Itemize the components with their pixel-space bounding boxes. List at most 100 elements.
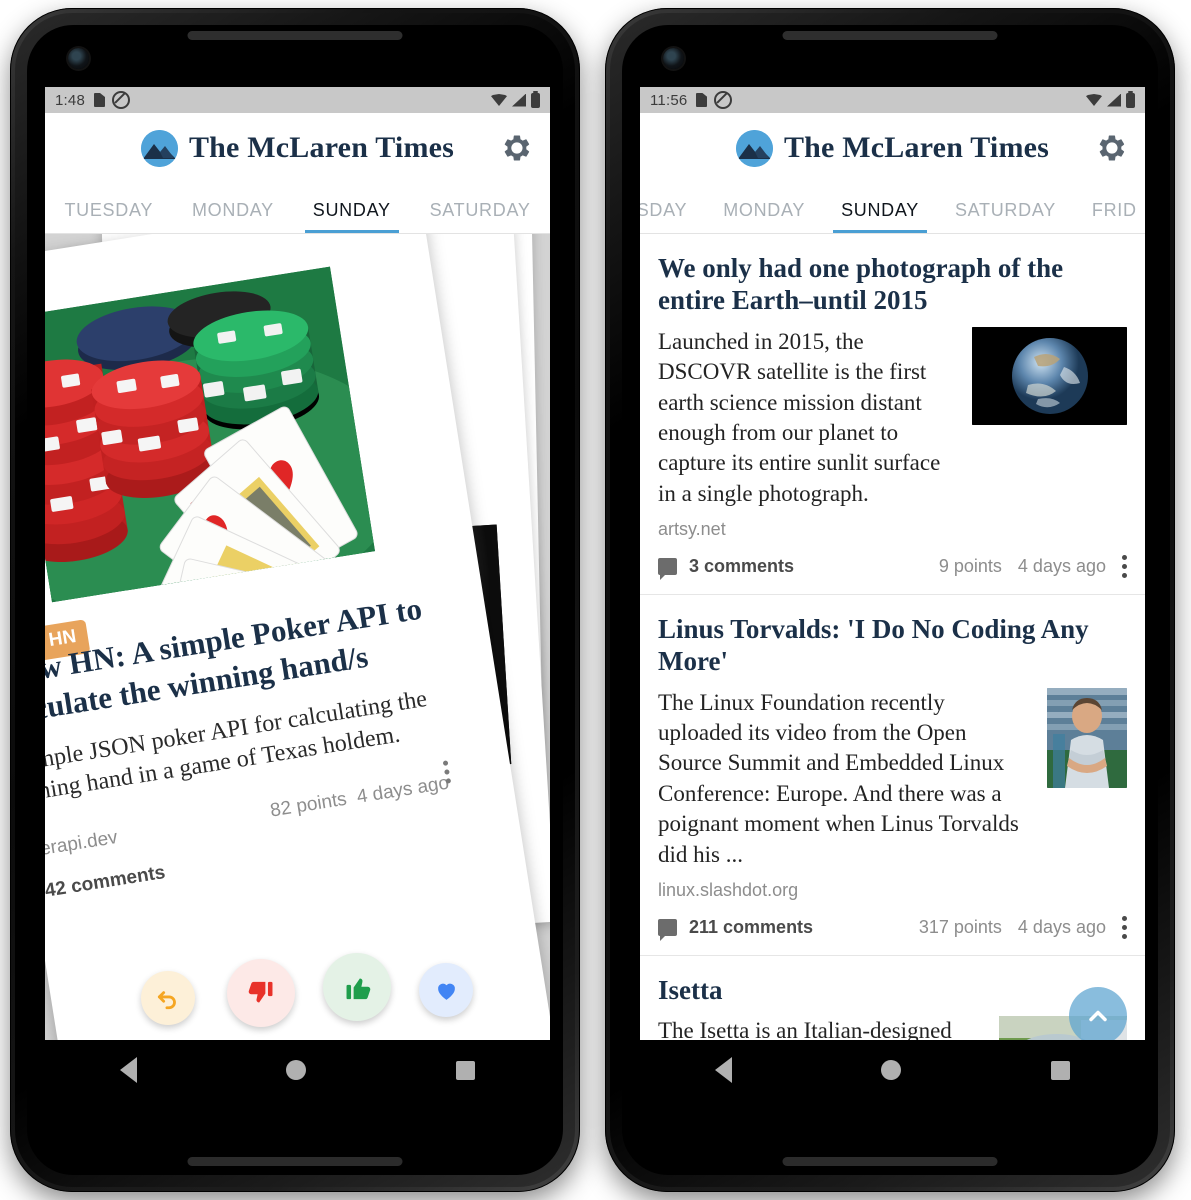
story-title: Isetta [658, 974, 723, 1005]
story-comments-label: 3 comments [689, 556, 795, 577]
cellular-signal-icon [1107, 93, 1121, 107]
favorite-button[interactable] [419, 963, 473, 1017]
tab-saturday[interactable]: SATURDAY [937, 200, 1074, 233]
tab-label: SUNDAY [312, 200, 391, 220]
story-age: 4 days ago [1017, 917, 1106, 938]
comment-icon [658, 558, 677, 581]
kebab-menu-icon[interactable] [1122, 555, 1127, 579]
story-list-item[interactable]: Linus Torvalds: 'I Do No Coding Any More… [640, 595, 1145, 956]
home-circle-icon[interactable] [881, 1060, 902, 1080]
story-description: The Isetta is an Italian-designed microc… [658, 1018, 952, 1040]
undo-arrow-icon [157, 991, 176, 1010]
undo-button[interactable] [141, 971, 195, 1025]
tab-label: SUNDAY [841, 200, 919, 220]
back-triangle-icon[interactable] [119, 1057, 137, 1083]
tab-monday[interactable]: MONDAY [705, 200, 823, 233]
tab-saturday[interactable]: SATURDAY [412, 200, 549, 233]
tab-tuesday[interactable]: ESDAY [640, 200, 705, 233]
story-footer: 211 comments 317 points 4 days ago [658, 901, 1127, 955]
app-screen-left: 1:48 The McLaren Times TUESDAY MONDAY SU… [45, 87, 550, 1040]
bottom-speaker-grille-icon [187, 1157, 403, 1166]
back-triangle-icon[interactable] [714, 1057, 732, 1083]
gear-icon[interactable] [502, 133, 532, 163]
recents-square-icon[interactable] [1051, 1060, 1071, 1080]
story-comments[interactable]: 3 comments [658, 556, 795, 581]
wifi-icon [491, 94, 507, 106]
mountain-logo-icon [140, 129, 178, 167]
story-comments[interactable]: 42 comments [45, 862, 167, 908]
bottom-speaker-grille-icon [782, 1157, 998, 1166]
story-list[interactable]: We only had one photograph of the entire… [640, 234, 1145, 1040]
chevron-up-icon [1089, 1010, 1107, 1022]
phone-device-left: 1:48 The McLaren Times TUESDAY MONDAY SU… [10, 8, 580, 1192]
tab-label: SATURDAY [954, 200, 1056, 220]
page-title: The McLaren Times [783, 131, 1050, 164]
kebab-menu-icon[interactable] [1122, 916, 1127, 940]
status-time: 1:48 [55, 91, 85, 109]
tab-sunday[interactable]: SUNDAY [295, 200, 409, 233]
like-button[interactable] [323, 953, 391, 1021]
status-bar-left: 1:48 [45, 87, 550, 113]
app-bar-left: The McLaren Times [45, 113, 550, 183]
story-description: The Linux Foundation recently uploaded i… [658, 689, 1019, 867]
story-age: 4 days ago [355, 772, 451, 808]
brand: The McLaren Times [735, 129, 1050, 167]
sd-card-icon [94, 93, 105, 107]
home-circle-icon[interactable] [286, 1060, 307, 1080]
story-title: Linus Torvalds: 'I Do No Coding Any More… [658, 613, 1089, 677]
system-nav-bar-right [640, 1040, 1145, 1100]
tab-label: MONDAY [191, 200, 274, 220]
story-list-item[interactable]: Isetta The Isetta is an Italian-designed… [640, 956, 1145, 1040]
tab-monday[interactable]: MONDAY [174, 200, 292, 233]
tab-label: FRID [1091, 200, 1137, 220]
thumbs-down-icon [248, 981, 272, 1003]
card-action-bar [45, 943, 550, 1033]
earpiece-speaker-icon [187, 31, 403, 40]
day-tab-bar-right: ESDAY MONDAY SUNDAY SATURDAY FRID [640, 183, 1145, 234]
front-camera-icon [68, 48, 89, 69]
tab-friday[interactable]: FRID [1074, 200, 1145, 233]
gear-icon[interactable] [1097, 133, 1127, 163]
story-footer: 3 comments 9 points 4 days ago [658, 540, 1127, 594]
story-comments[interactable]: 211 comments [658, 917, 814, 942]
tab-label: TUESDAY [64, 200, 154, 220]
tab-label: SATURDAY [429, 200, 531, 220]
do-not-disturb-icon [112, 91, 130, 109]
phone-device-right: 11:56 The McLaren Times SDAY MONDAY SUND… [605, 8, 1175, 1192]
sd-card-icon [696, 93, 708, 107]
brand: The McLaren Times [140, 129, 454, 167]
wifi-icon [1086, 94, 1102, 106]
story-title: We only had one photograph of the entire… [658, 253, 1064, 316]
screenshot-stage: 1:48 The McLaren Times TUESDAY MONDAY SU… [0, 0, 1191, 1200]
tab-tuesday[interactable]: TUESDAY [46, 200, 171, 233]
mountain-logo-icon [735, 129, 773, 167]
heart-icon [437, 983, 455, 1000]
story-thumbnail [1047, 687, 1127, 788]
battery-icon [1126, 90, 1135, 108]
tab-label: MONDAY [723, 200, 806, 220]
thumbs-up-icon [346, 977, 370, 999]
story-host: artsy.net [658, 518, 726, 539]
dislike-button[interactable] [227, 959, 295, 1027]
tab-sunday[interactable]: SUNDAY [823, 200, 937, 233]
story-points: 317 points [918, 917, 1002, 938]
story-list-item[interactable]: We only had one photograph of the entire… [640, 234, 1145, 595]
story-points: 82 points [268, 788, 349, 822]
recents-square-icon[interactable] [456, 1060, 476, 1080]
app-screen-right: 11:56 The McLaren Times SDAY MONDAY SUND… [640, 87, 1145, 1040]
story-image: A K [45, 266, 376, 603]
story-comments-label: 211 comments [689, 917, 814, 938]
battery-icon [531, 90, 540, 108]
story-host: pokerapi.dev [45, 827, 120, 865]
status-bar-right: 11:56 [640, 87, 1145, 113]
story-card-deck[interactable]: sk, o [45, 234, 550, 1040]
tab-label: ESDAY [640, 200, 688, 220]
comment-icon [658, 919, 677, 942]
front-camera-icon [663, 48, 684, 69]
status-time: 11:56 [650, 91, 688, 109]
day-tab-bar-left: TUESDAY MONDAY SUNDAY SATURDAY [45, 183, 550, 234]
app-bar-right: The McLaren Times [640, 113, 1145, 183]
earpiece-speaker-icon [782, 31, 998, 40]
story-description: Launched in 2015, the DSCOVR satellite i… [658, 328, 941, 506]
scroll-to-top-button[interactable] [1069, 987, 1127, 1040]
